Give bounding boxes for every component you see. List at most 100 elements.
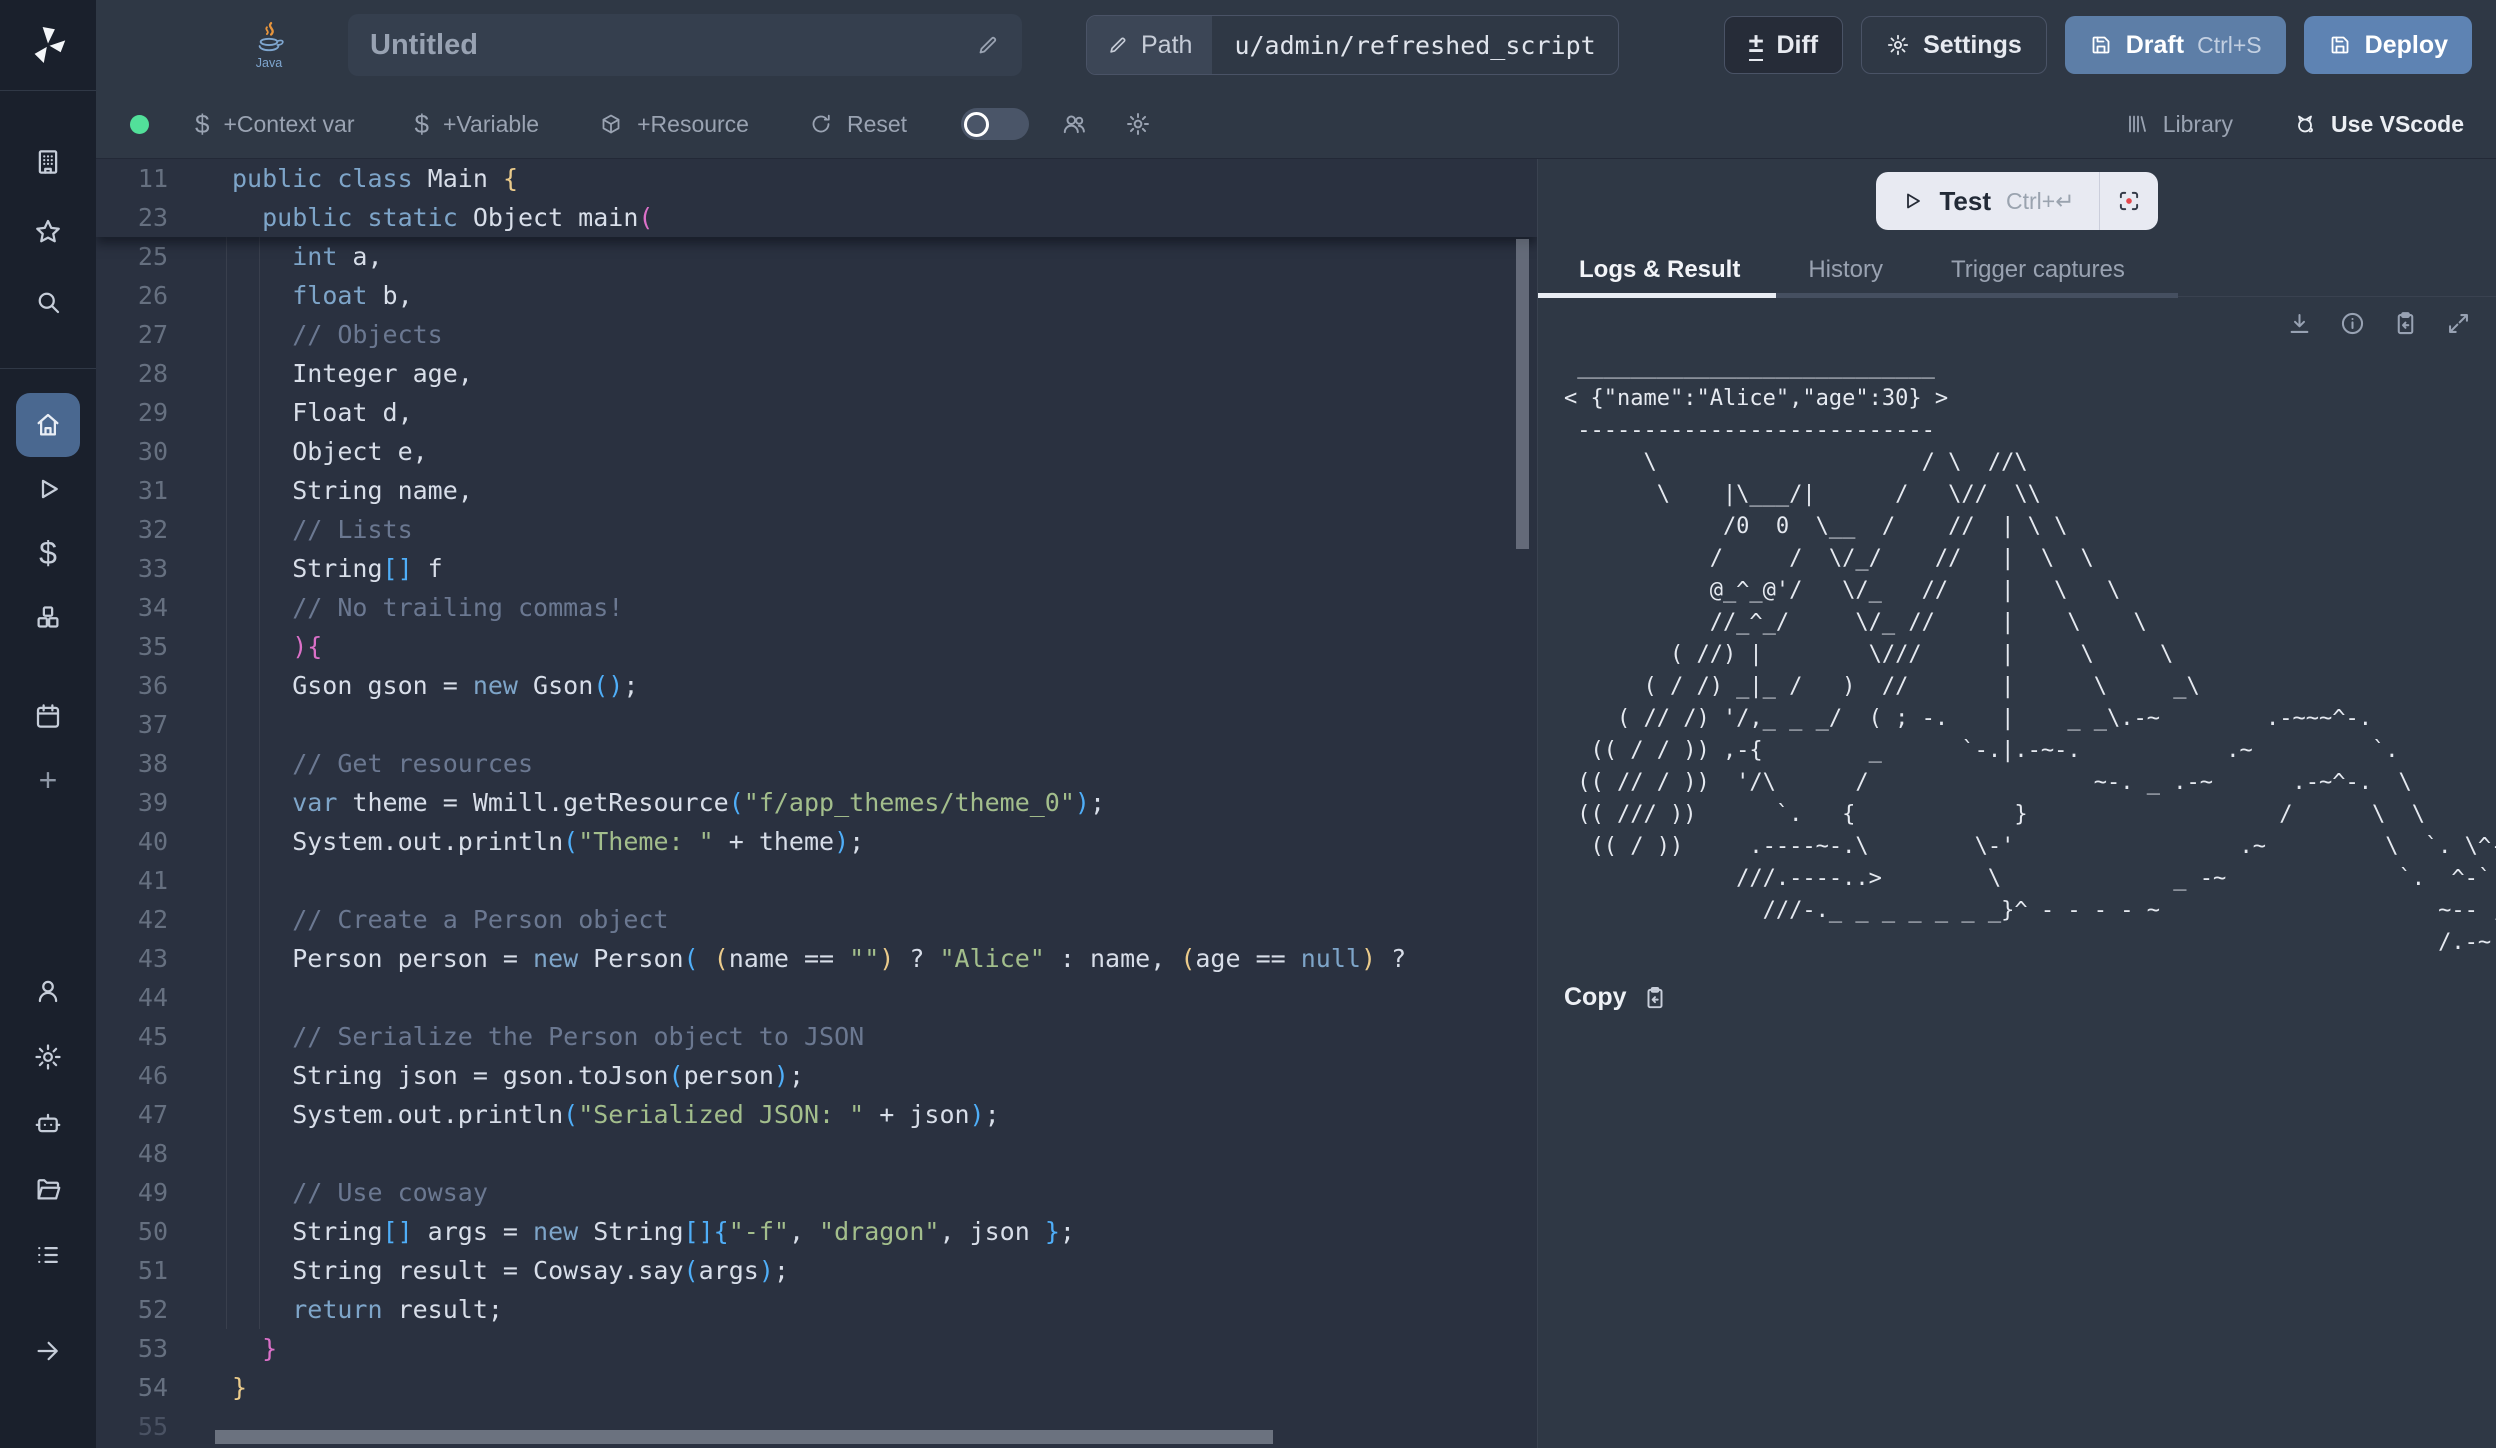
code-line[interactable]: // Lists xyxy=(168,510,413,549)
code-line[interactable]: var theme = Wmill.getResource("f/app_the… xyxy=(168,783,1105,822)
code-line[interactable]: Float d, xyxy=(168,393,413,432)
code-line[interactable]: System.out.println("Serialized JSON: " +… xyxy=(168,1095,1000,1134)
code-line[interactable]: } xyxy=(168,1368,247,1407)
code-line[interactable]: String json = gson.toJson(person); xyxy=(168,1056,804,1095)
sidebar-item-home[interactable] xyxy=(16,393,80,457)
code-line[interactable] xyxy=(168,978,232,1017)
sticky-scroll-lines[interactable]: 11public class Main {23 public static Ob… xyxy=(96,159,1537,237)
diff-button[interactable]: ± Diff xyxy=(1724,16,1843,74)
tab-history[interactable]: History xyxy=(1802,255,1889,285)
add-variable-button[interactable]: $ +Variable xyxy=(409,110,546,139)
sidebar-divider xyxy=(0,90,96,91)
code-line[interactable]: // Create a Person object xyxy=(168,900,669,939)
diff-label: Diff xyxy=(1776,31,1818,60)
code-line[interactable]: String[] args = new String[]{"-f", "drag… xyxy=(168,1212,1075,1251)
path-value[interactable]: u/admin/refreshed_script xyxy=(1212,16,1617,74)
code-line[interactable]: // No trailing commas! xyxy=(168,588,623,627)
code-line[interactable]: // Serialize the Person object to JSON xyxy=(168,1017,864,1056)
editor-settings-button[interactable] xyxy=(1119,110,1157,138)
code-line[interactable]: Object e, xyxy=(168,432,428,471)
clipboard-copy-icon[interactable] xyxy=(1642,985,1668,1011)
code-line[interactable]: } xyxy=(168,1329,277,1368)
library-button[interactable]: Library xyxy=(2119,110,2239,139)
refresh-icon xyxy=(809,112,833,136)
code-line[interactable] xyxy=(168,705,232,744)
collaborators-button[interactable] xyxy=(1055,110,1093,138)
draft-label: Draft xyxy=(2126,31,2184,60)
path-button[interactable]: Path u/admin/refreshed_script xyxy=(1086,15,1619,75)
play-icon xyxy=(33,474,63,504)
code-line[interactable]: public static Object main( xyxy=(168,198,653,237)
code-line[interactable]: ){ xyxy=(168,627,322,666)
draft-button[interactable]: Draft Ctrl+S xyxy=(2065,16,2286,74)
capture-test-button[interactable] xyxy=(2100,172,2158,230)
code-line[interactable]: Person person = new Person( (name == "")… xyxy=(168,939,1406,978)
line-number: 44 xyxy=(96,978,168,1017)
horizontal-scrollbar[interactable] xyxy=(215,1430,1273,1444)
vertical-scrollbar[interactable] xyxy=(1516,239,1529,549)
sidebar-item-settings[interactable] xyxy=(16,1025,80,1089)
blocks-icon xyxy=(33,602,63,632)
clipboard-copy-icon[interactable] xyxy=(2392,310,2419,337)
sidebar-item-workspace[interactable] xyxy=(16,130,80,194)
expand-icon[interactable] xyxy=(2445,310,2472,337)
sidebar-item-favorites[interactable] xyxy=(16,200,80,264)
code-line[interactable]: // Get resources xyxy=(168,744,533,783)
code-line[interactable]: int a, xyxy=(168,237,383,276)
sidebar-item-folders[interactable] xyxy=(16,1157,80,1221)
line-number: 37 xyxy=(96,705,168,744)
download-icon[interactable] xyxy=(2286,310,2313,337)
gear-icon xyxy=(1886,33,1910,57)
code-line[interactable]: String result = Cowsay.say(args); xyxy=(168,1251,789,1290)
deploy-button[interactable]: Deploy xyxy=(2304,16,2472,74)
sidebar-item-resources[interactable] xyxy=(16,585,80,649)
sidebar-item-logs[interactable] xyxy=(16,1223,80,1287)
code-line[interactable]: return result; xyxy=(168,1290,503,1329)
code-line[interactable]: public class Main { xyxy=(168,159,518,198)
assistant-toggle[interactable] xyxy=(961,108,1029,140)
code-line[interactable]: // Use cowsay xyxy=(168,1173,488,1212)
line-number: 51 xyxy=(96,1251,168,1290)
code-line[interactable]: Integer age, xyxy=(168,354,473,393)
line-number: 11 xyxy=(96,159,168,198)
code-lines[interactable]: 25 int a,26 float b,27 // Objects28 Inte… xyxy=(96,237,1537,1446)
sidebar-item-variables[interactable]: $ xyxy=(16,521,80,585)
line-number: 25 xyxy=(96,237,168,276)
sidebar-item-workers[interactable] xyxy=(16,1091,80,1155)
editor-toolbar: $ +Context var $ +Variable +Resource Res… xyxy=(96,90,2496,159)
draft-shortcut: Ctrl+S xyxy=(2197,32,2262,59)
script-title-input[interactable]: Untitled xyxy=(348,14,1022,76)
sidebar-expand-button[interactable] xyxy=(16,1319,80,1383)
code-line[interactable] xyxy=(168,1134,232,1173)
java-language-icon: Java xyxy=(246,20,292,70)
arrow-right-icon xyxy=(33,1336,63,1366)
sidebar-item-schedules[interactable] xyxy=(16,684,80,748)
test-button[interactable]: Test Ctrl+↵ xyxy=(1876,172,2098,230)
line-number: 39 xyxy=(96,783,168,822)
sidebar-item-account[interactable] xyxy=(16,959,80,1023)
copy-label[interactable]: Copy xyxy=(1564,983,1627,1012)
code-line[interactable]: String name, xyxy=(168,471,473,510)
path-label-segment[interactable]: Path xyxy=(1087,16,1212,74)
settings-button[interactable]: Settings xyxy=(1861,16,2047,74)
code-line[interactable]: // Objects xyxy=(168,315,443,354)
use-vscode-button[interactable]: Use VScode xyxy=(2287,110,2470,139)
edit-title-pencil-icon[interactable] xyxy=(976,33,1000,57)
tab-underline-track xyxy=(1776,293,2178,298)
code-line[interactable]: String[] f xyxy=(168,549,443,588)
code-line[interactable]: float b, xyxy=(168,276,413,315)
code-line[interactable]: Gson gson = new Gson(); xyxy=(168,666,638,705)
sidebar-item-add[interactable]: + xyxy=(16,748,80,812)
tab-logs-result[interactable]: Logs & Result xyxy=(1573,255,1746,285)
code-line[interactable] xyxy=(168,861,232,900)
reset-button[interactable]: Reset xyxy=(803,110,913,139)
add-resource-button[interactable]: +Resource xyxy=(593,110,755,139)
info-icon[interactable] xyxy=(2339,310,2366,337)
code-line[interactable]: System.out.println("Theme: " + theme); xyxy=(168,822,864,861)
code-editor[interactable]: 25 int a,26 float b,27 // Objects28 Inte… xyxy=(96,159,1537,1448)
tab-trigger-captures[interactable]: Trigger captures xyxy=(1945,255,2131,285)
add-context-var-button[interactable]: $ +Context var xyxy=(189,110,361,139)
windmill-logo[interactable] xyxy=(0,0,96,90)
sidebar-item-search[interactable] xyxy=(16,270,80,334)
sidebar-item-runs[interactable] xyxy=(16,457,80,521)
